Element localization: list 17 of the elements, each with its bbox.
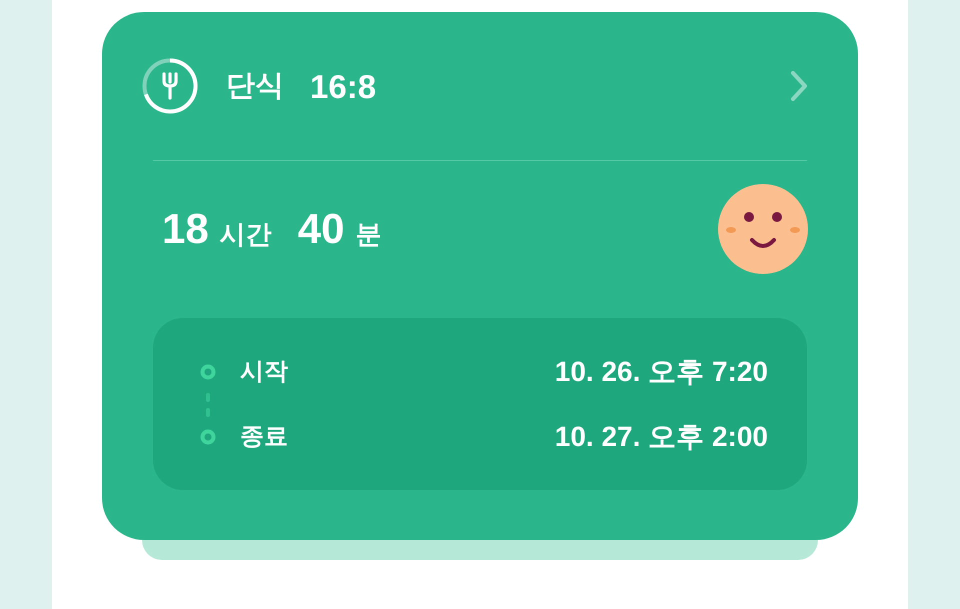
date-time: 10. 26. 오후 7:20 bbox=[554, 357, 768, 387]
progress-ring bbox=[142, 58, 198, 114]
chevron-right-icon[interactable] bbox=[790, 70, 808, 102]
ring-dot-icon bbox=[200, 364, 216, 380]
minutes-unit: 분 bbox=[355, 221, 382, 247]
fasting-card[interactable]: 단식 16:8 18 시간 40 분 시작 종료 10. 26. 오후 7:20 10. 27. 오후 2:00 bbox=[102, 12, 858, 540]
fasting-plan: 16:8 bbox=[310, 70, 376, 102]
time-label: 시작 bbox=[240, 357, 288, 387]
time-label: 종료 bbox=[240, 422, 288, 452]
date-time: 10. 27. 오후 2:00 bbox=[554, 422, 768, 452]
fork-icon bbox=[160, 72, 180, 100]
hours-unit: 시간 bbox=[220, 221, 272, 247]
elapsed-hours: 18 bbox=[162, 208, 209, 250]
elapsed-minutes: 40 bbox=[298, 208, 344, 250]
smiling-face-icon bbox=[718, 184, 808, 274]
ring-dot-icon bbox=[200, 429, 216, 445]
card-title: 단식 bbox=[226, 72, 284, 100]
